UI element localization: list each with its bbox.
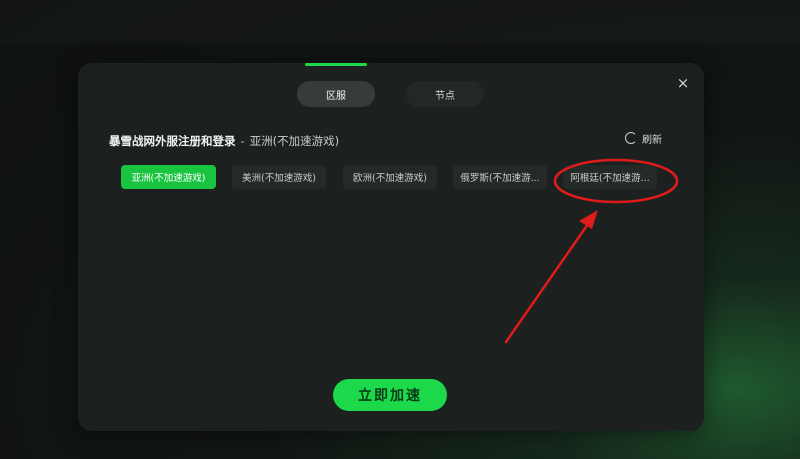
region-russia[interactable]: 俄罗斯(不加速游... [453,165,547,189]
current-region: 亚洲(不加速游戏) [249,134,340,148]
refresh-label: 刷新 [642,134,662,146]
heading-separator: - [240,134,245,148]
region-europe[interactable]: 欧洲(不加速游戏) [343,165,437,189]
region-americas[interactable]: 美洲(不加速游戏) [232,165,326,189]
dialog-top-indicator [305,63,367,66]
region-argentina[interactable]: 阿根廷(不加速游... [563,165,657,189]
refresh-button[interactable]: 刷新 [625,130,662,146]
tab-server-region[interactable]: 区服 [297,81,375,107]
tab-node[interactable]: 节点 [406,81,484,107]
region-heading: 暴雪战网外服注册和登录 - 亚洲(不加速游戏) [109,133,339,149]
region-asia[interactable]: 亚洲(不加速游戏) [121,165,216,189]
accelerate-button[interactable]: 立即加速 [333,379,447,411]
refresh-icon [625,132,637,144]
close-icon[interactable]: × [675,75,691,91]
server-select-dialog: 区服 节点 × 暴雪战网外服注册和登录 - 亚洲(不加速游戏) 刷新 亚洲(不加速游… [78,63,704,431]
game-title: 暴雪战网外服注册和登录 [109,134,236,148]
background-app-strip [0,0,800,44]
